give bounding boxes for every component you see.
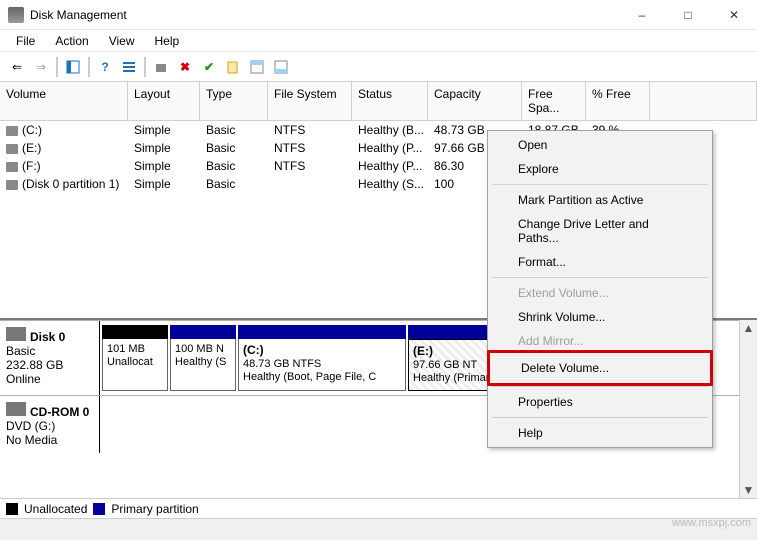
volume-fs: [268, 183, 352, 185]
ctx-mark[interactable]: Mark Partition as Active: [490, 188, 710, 212]
scroll-down-icon[interactable]: ▼: [741, 482, 757, 498]
scroll-up-icon[interactable]: ▲: [741, 320, 757, 336]
disk-size: 232.88 GB: [6, 358, 93, 372]
disk-status: No Media: [6, 433, 93, 447]
volume-status: Healthy (P...: [352, 158, 428, 174]
volume-name: (Disk 0 partition 1): [22, 177, 119, 191]
volume-name: (E:): [22, 141, 41, 155]
col-volume[interactable]: Volume: [0, 82, 128, 120]
volume-header: Volume Layout Type File System Status Ca…: [0, 82, 757, 121]
ctx-open[interactable]: Open: [490, 133, 710, 157]
col-type[interactable]: Type: [200, 82, 268, 120]
volume-layout: Simple: [128, 176, 200, 192]
volume-type: Basic: [200, 176, 268, 192]
new-icon-button[interactable]: [222, 56, 244, 78]
show-hide-tree-button[interactable]: [62, 56, 84, 78]
menu-bar: File Action View Help: [0, 30, 757, 52]
menu-help[interactable]: Help: [145, 32, 190, 50]
ctx-help[interactable]: Help: [490, 421, 710, 445]
scrollbar[interactable]: ▲ ▼: [739, 320, 757, 498]
col-pct[interactable]: % Free: [586, 82, 650, 120]
disk-name: Disk 0: [30, 330, 65, 344]
col-capacity[interactable]: Capacity: [428, 82, 522, 120]
menu-action[interactable]: Action: [45, 32, 98, 50]
volume-layout: Simple: [128, 140, 200, 156]
menu-file[interactable]: File: [6, 32, 45, 50]
disk-type: DVD (G:): [6, 419, 93, 433]
col-layout[interactable]: Layout: [128, 82, 200, 120]
volume-type: Basic: [200, 158, 268, 174]
volume-fs: NTFS: [268, 140, 352, 156]
ctx-delete[interactable]: Delete Volume...: [493, 356, 707, 380]
partition-info: 100 MB NHealthy (S: [170, 339, 236, 391]
disk-type: Basic: [6, 344, 93, 358]
partition[interactable]: 100 MB NHealthy (S: [170, 325, 236, 391]
maximize-button[interactable]: □: [665, 0, 711, 30]
partition-info: (C:)48.73 GB NTFSHealthy (Boot, Page Fil…: [238, 339, 406, 391]
partition-bar: [102, 325, 168, 339]
ctx-change[interactable]: Change Drive Letter and Paths...: [490, 212, 710, 250]
partition-info: (E:)97.66 GB NTHealthy (Primary Partitio…: [408, 339, 494, 391]
partition-info: 101 MBUnallocat: [102, 339, 168, 391]
drive-icon: [6, 180, 18, 190]
disk-name: CD-ROM 0: [30, 405, 89, 419]
delete-icon-button[interactable]: ✖: [174, 56, 196, 78]
disk-label[interactable]: CD-ROM 0DVD (G:)No Media: [0, 396, 100, 453]
volume-fs: NTFS: [268, 158, 352, 174]
minimize-button[interactable]: –: [619, 0, 665, 30]
menu-view[interactable]: View: [99, 32, 145, 50]
col-fs[interactable]: File System: [268, 82, 352, 120]
volume-type: Basic: [200, 140, 268, 156]
col-spacer: [650, 82, 757, 120]
help-button[interactable]: ?: [94, 56, 116, 78]
disk-label[interactable]: Disk 0Basic232.88 GBOnline: [0, 321, 100, 395]
volume-status: Healthy (S...: [352, 176, 428, 192]
close-button[interactable]: ✕: [711, 0, 757, 30]
partition[interactable]: 101 MBUnallocat: [102, 325, 168, 391]
window-title: Disk Management: [30, 8, 619, 22]
volume-layout: Simple: [128, 158, 200, 174]
ctx-shrink[interactable]: Shrink Volume...: [490, 305, 710, 329]
drive-icon: [6, 144, 18, 154]
volume-status: Healthy (P...: [352, 140, 428, 156]
watermark: www.msxpj.com: [672, 517, 751, 529]
disk-icon: [6, 402, 26, 416]
partition-bar: [408, 325, 494, 339]
partition-bar: [238, 325, 406, 339]
settings-top-button[interactable]: [246, 56, 268, 78]
check-icon-button[interactable]: ✔: [198, 56, 220, 78]
forward-button[interactable]: ⇒: [30, 56, 52, 78]
drive-icon: [6, 126, 18, 136]
app-icon: [8, 7, 24, 23]
back-button[interactable]: ⇐: [6, 56, 28, 78]
ctx-format[interactable]: Format...: [490, 250, 710, 274]
title-bar: Disk Management – □ ✕: [0, 0, 757, 30]
partition-bar: [170, 325, 236, 339]
disk-icon: [6, 327, 26, 341]
col-status[interactable]: Status: [352, 82, 428, 120]
partition[interactable]: (E:)97.66 GB NTHealthy (Primary Partitio…: [408, 325, 494, 391]
col-free[interactable]: Free Spa...: [522, 82, 586, 120]
volume-status: Healthy (B...: [352, 122, 428, 138]
toolbar: ⇐ ⇒ ? ✖ ✔: [0, 52, 757, 82]
refresh-button[interactable]: [150, 56, 172, 78]
volume-name: (C:): [22, 123, 42, 137]
settings-bottom-button[interactable]: [270, 56, 292, 78]
volume-name: (F:): [22, 159, 41, 173]
ctx-explore[interactable]: Explore: [490, 157, 710, 181]
ctx-extend: Extend Volume...: [490, 281, 710, 305]
volume-type: Basic: [200, 122, 268, 138]
status-bar: [0, 518, 757, 540]
context-menu: Open Explore Mark Partition as Active Ch…: [487, 130, 713, 448]
list-view-button[interactable]: [118, 56, 140, 78]
volume-layout: Simple: [128, 122, 200, 138]
partition[interactable]: (C:)48.73 GB NTFSHealthy (Boot, Page Fil…: [238, 325, 406, 391]
ctx-properties[interactable]: Properties: [490, 390, 710, 414]
disk-status: Online: [6, 372, 93, 386]
drive-icon: [6, 162, 18, 172]
volume-fs: NTFS: [268, 122, 352, 138]
